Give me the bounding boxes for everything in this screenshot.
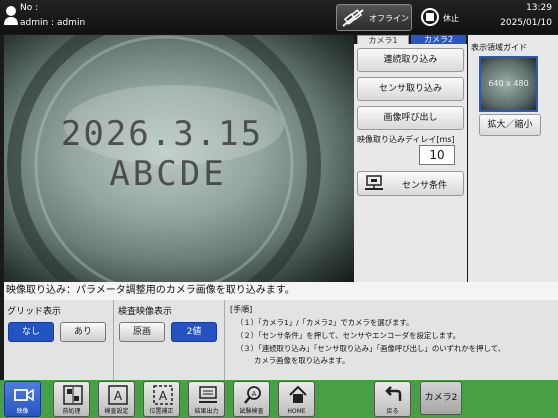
continuous-capture-button[interactable]: 連続取り込み [357, 48, 464, 72]
user-icon [4, 6, 18, 25]
test-inspection-button[interactable]: A 試験検査 [233, 381, 270, 417]
position-correction-button[interactable]: A 位置補正 [143, 381, 180, 417]
back-arrow-icon [385, 386, 402, 401]
guide-title: 表示領域ガイド [471, 43, 527, 52]
procedure-step-1: （１）「カメラ1」/「カメラ2」でカメラを選びます。 [236, 318, 414, 327]
camera-image-view[interactable]: 2026.3.15 ABCDE [4, 35, 354, 282]
inspection-settings-button[interactable]: A 検査設定 [98, 381, 135, 417]
offline-label: オフライン [369, 14, 409, 23]
pause-label: 休止 [443, 14, 459, 23]
test-inspection-label: 試験検査 [239, 408, 264, 415]
camera-image-graphics: 2026.3.15 ABCDE [7, 35, 321, 282]
position-correction-label: 位置補正 [149, 408, 174, 415]
inspection-image-group: 検査映像表示 原画 2値 [115, 300, 225, 380]
back-button[interactable]: 戻る [374, 381, 411, 417]
printed-date-text: 2026.3.15 [61, 114, 263, 154]
guide-resolution: 640 x 480 [488, 79, 529, 88]
machine-number: No : [20, 3, 39, 13]
inspection-settings-icon: A [108, 385, 128, 405]
inspection-image-title: 検査映像表示 [118, 307, 173, 317]
result-output-label: 結果出力 [194, 408, 219, 415]
procedure-step-3-continued: カメラ画像を取り込みます。 [254, 356, 350, 365]
capture-controls: 連続取り込み センサ取り込み 画像呼び出し 映像取り込みディレイ[ms] 10 … [354, 44, 467, 282]
sensor-conditions-label: センサ条件 [402, 181, 448, 191]
result-output-icon [199, 386, 217, 403]
offline-button[interactable]: オフライン [336, 4, 412, 31]
binary-image-button[interactable]: 2値 [171, 322, 217, 342]
procedure-step-3: （３）「連続取り込み」「センサ取り込み」「画像呼び出し」のいずれかを押して、 [236, 344, 506, 353]
grid-on-button[interactable]: あり [60, 322, 106, 342]
grid-display-group: グリッド表示 なし あり [4, 300, 114, 380]
svg-text:A: A [159, 389, 168, 403]
grid-off-button[interactable]: なし [8, 322, 54, 342]
status-message: 映像取り込み：パラメータ調整用のカメラ画像を取り込みます。 [4, 282, 558, 300]
clock-date: 2025/01/10 [500, 18, 552, 28]
capture-delay-input[interactable]: 10 [419, 145, 455, 165]
camera2-button[interactable]: カメラ2 [420, 381, 462, 415]
bottom-taskbar: 映像 前処理 A 検査設定 A 位置補正 結果出力 A 試験検査 HOME 戻る… [0, 380, 558, 418]
home-icon [289, 385, 307, 403]
user-name: admin : admin [20, 18, 86, 28]
original-image-button[interactable]: 原画 [119, 322, 165, 342]
sensor-conditions-button[interactable]: センサ条件 [357, 171, 464, 196]
home-button[interactable]: HOME [278, 381, 315, 417]
preprocess-label: 前処理 [62, 408, 81, 415]
video-button[interactable]: 映像 [4, 381, 41, 417]
preprocess-icon [63, 385, 83, 405]
printed-lot-text: ABCDE [109, 154, 226, 194]
position-correction-icon: A [153, 385, 173, 405]
capture-delay-label: 映像取り込みディレイ[ms] [357, 135, 455, 144]
magnifier-icon: A [244, 386, 261, 404]
guide-thumbnail[interactable]: 640 x 480 [479, 56, 538, 112]
image-recall-button[interactable]: 画像呼び出し [357, 106, 464, 130]
svg-text:A: A [114, 389, 123, 403]
result-output-button[interactable]: 結果出力 [188, 381, 225, 417]
sensor-capture-button[interactable]: センサ取り込み [357, 77, 464, 101]
back-label: 戻る [386, 408, 399, 415]
pause-button[interactable]: 休止 [418, 4, 466, 31]
zoom-button[interactable]: 拡大／縮小 [479, 114, 541, 136]
procedure-group: [手順] （１）「カメラ1」/「カメラ2」でカメラを選びます。 （２）「センサ条… [226, 300, 558, 380]
grid-display-title: グリッド表示 [7, 307, 62, 317]
svg-text:A: A [252, 390, 257, 398]
header-bar: No : admin : admin オフライン 休止 13:29 2025/0… [0, 0, 558, 34]
sensor-icon [365, 175, 383, 190]
clock-time: 13:29 [526, 3, 552, 13]
procedure-step-2: （２）「センサ条件」を押して、センサやエンコーダを設定します。 [236, 331, 461, 340]
stop-square-icon [426, 13, 434, 21]
procedure-title: [手順] [230, 305, 253, 314]
display-area-guide: 表示領域ガイド 640 x 480 拡大／縮小 [468, 35, 558, 282]
video-label: 映像 [16, 408, 29, 415]
disconnected-plug-icon [342, 9, 364, 27]
preprocess-button[interactable]: 前処理 [53, 381, 90, 417]
inspection-settings-label: 検査設定 [104, 408, 129, 415]
video-camera-icon [14, 388, 34, 402]
settings-panel: グリッド表示 なし あり 検査映像表示 原画 2値 [手順] （１）「カメラ1」… [4, 300, 558, 380]
home-label: HOME [287, 408, 306, 415]
